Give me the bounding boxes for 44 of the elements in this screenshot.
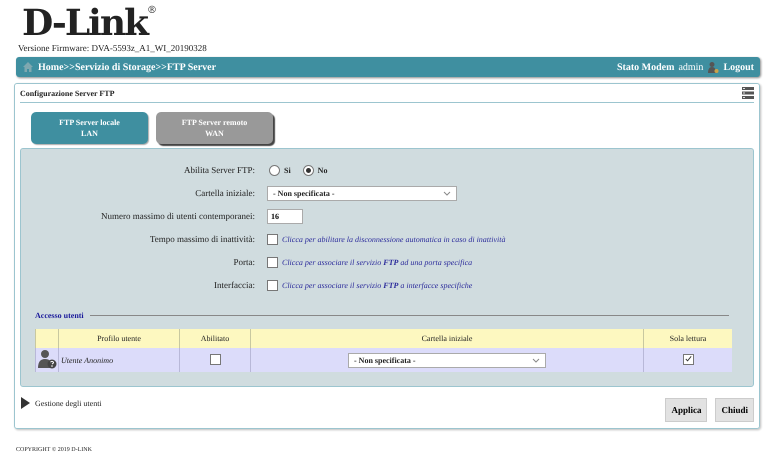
field-label: Numero massimo di utenti contemporanei: — [101, 210, 255, 223]
checkbox[interactable] — [267, 234, 278, 245]
user-icon — [707, 61, 720, 73]
chevron-icon — [532, 358, 540, 362]
column-header: Cartella iniziale — [250, 329, 644, 348]
checkbox[interactable] — [267, 257, 278, 268]
field-label: Abilita Server FTP: — [184, 164, 255, 177]
radio-label: Si — [284, 166, 291, 175]
option-link[interactable]: Clicca per associare il servizio FTP ad una porta specifica — [282, 258, 472, 267]
d-link-logo: D-Link$^{®}$ — [22, 4, 155, 42]
collapsed-triangle-icon[interactable] — [20, 397, 30, 409]
field-label: Cartella iniziale: — [195, 187, 255, 200]
user-management-link[interactable]: Gestione degli utenti — [35, 398, 102, 408]
action-button[interactable]: Chiudi — [715, 398, 754, 422]
breadcrumb[interactable]: Home>>Servizio di Storage>>FTP Server — [38, 62, 216, 72]
table-cell: Utente Anonimo — [58, 348, 180, 372]
option-link[interactable]: Clicca per abilitare la disconnessione automatica in caso di inattività — [282, 235, 506, 244]
folder-dropdown[interactable]: - Non specificata - — [348, 352, 546, 368]
folder-dropdown[interactable]: - Non specificata - — [267, 186, 457, 201]
tab[interactable]: FTP Server locale LAN — [31, 112, 148, 144]
checkbox[interactable] — [210, 354, 220, 364]
column-header: Sola lettura — [644, 329, 732, 348]
radio-button[interactable] — [269, 165, 280, 176]
username: admin — [678, 62, 704, 72]
firmware-version: Versione Firmware: DVA-5593z_A1_WI_20190328 — [18, 43, 207, 53]
field-label: Interfaccia: — [214, 279, 255, 292]
checkbox[interactable] — [267, 280, 278, 291]
action-button[interactable]: Applica — [665, 398, 708, 422]
logout-link[interactable]: Logout — [723, 62, 754, 72]
column-header: Abilitato — [180, 329, 250, 348]
checkbox[interactable] — [682, 354, 694, 365]
input-field[interactable]: 16 — [267, 209, 303, 224]
option-link[interactable]: Clicca per associare il servizio FTP a interfacce specifiche — [282, 281, 472, 290]
panel-title: Configurazione Server FTP — [20, 88, 115, 98]
list-icon[interactable] — [742, 87, 754, 99]
anonymous-user-icon — [37, 349, 57, 369]
section-title: Accesso utenti — [35, 311, 84, 320]
chevron-icon — [443, 191, 451, 196]
radio-label: No — [318, 166, 328, 175]
column-header: Profilo utente — [58, 329, 180, 348]
field-label: Porta: — [234, 256, 255, 269]
modem-status-link[interactable]: Stato Modem — [616, 62, 674, 72]
radio-button[interactable] — [302, 165, 314, 176]
field-label: Tempo massimo di inattività: — [150, 233, 255, 246]
